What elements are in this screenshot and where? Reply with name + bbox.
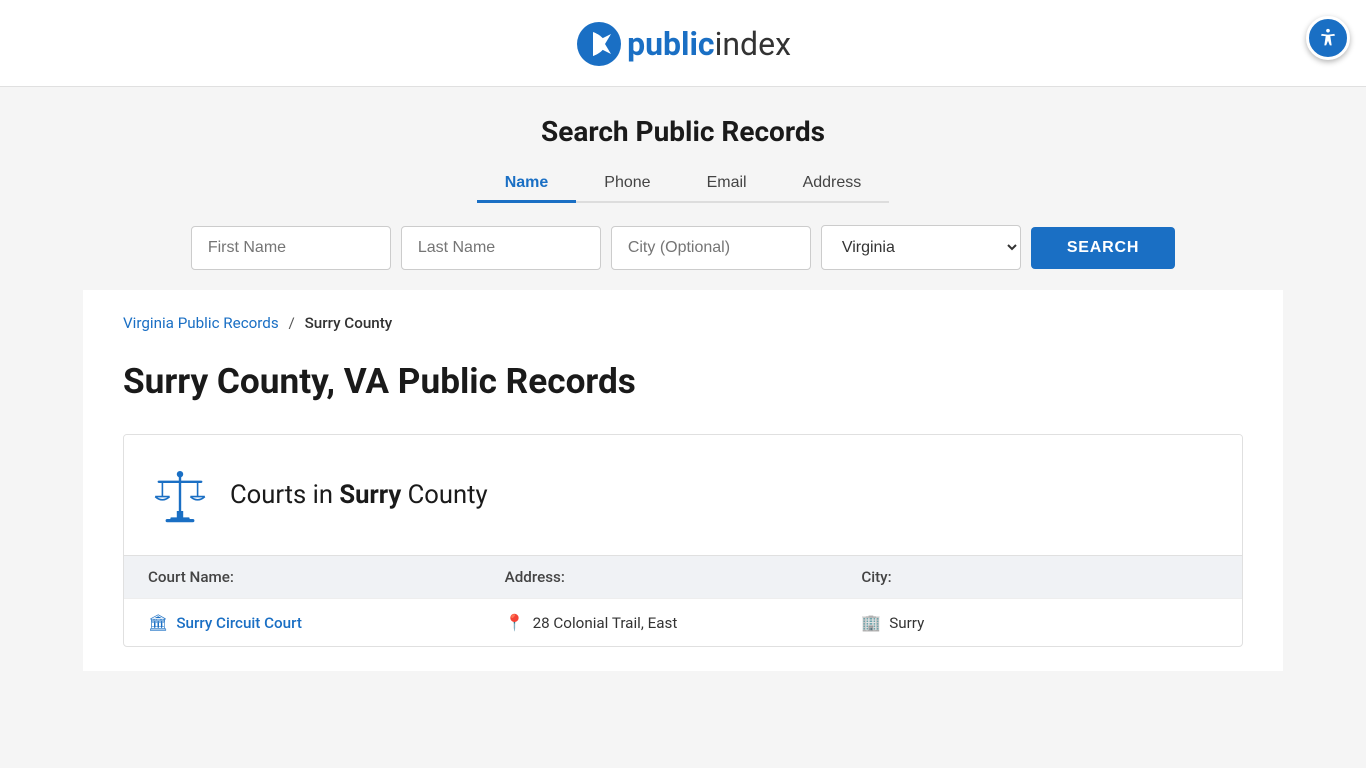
cell-address: 📍 28 Colonial Trail, East xyxy=(505,613,862,632)
scales-of-justice-icon xyxy=(148,463,212,527)
location-pin-icon: 📍 xyxy=(505,613,525,632)
last-name-input[interactable] xyxy=(401,226,601,270)
logo-text-index: index xyxy=(715,25,791,63)
accessibility-icon xyxy=(1317,27,1339,49)
header: publicindex xyxy=(0,0,1366,87)
search-tabs: Name Phone Email Address xyxy=(477,166,890,203)
logo-icon xyxy=(575,20,623,68)
tab-email[interactable]: Email xyxy=(679,166,775,203)
tab-address[interactable]: Address xyxy=(775,166,890,203)
col-header-court-name: Court Name: xyxy=(148,568,505,586)
col-header-address: Address: xyxy=(505,568,862,586)
courts-heading: Courts in Surry County xyxy=(230,480,488,510)
logo-area: publicindex xyxy=(0,20,1366,68)
page-title: Surry County, VA Public Records xyxy=(123,360,1243,402)
breadcrumb-current: Surry County xyxy=(305,314,393,332)
courts-heading-pre: Courts in xyxy=(230,480,339,510)
cell-court-name: 🏛 Surry Circuit Court xyxy=(148,613,505,632)
search-button[interactable]: SEARCH xyxy=(1031,227,1175,269)
logo-text-public: public xyxy=(627,25,715,63)
city-building-icon: 🏢 xyxy=(861,613,881,632)
col-header-city: City: xyxy=(861,568,1218,586)
cell-city: 🏢 Surry xyxy=(861,613,1218,632)
court-city-text: Surry xyxy=(889,614,924,632)
accessibility-button[interactable] xyxy=(1306,16,1350,60)
courts-section: Courts in Surry County Court Name: Addre… xyxy=(123,434,1243,647)
court-address-text: 28 Colonial Trail, East xyxy=(533,614,678,632)
breadcrumb: Virginia Public Records / Surry County xyxy=(123,314,1243,332)
search-title: Search Public Records xyxy=(20,115,1346,148)
tab-name[interactable]: Name xyxy=(477,166,577,203)
courts-heading-county: Surry xyxy=(339,480,401,510)
table-row: 🏛 Surry Circuit Court 📍 28 Colonial Trai… xyxy=(124,598,1242,646)
tab-phone[interactable]: Phone xyxy=(576,166,678,203)
search-section: Search Public Records Name Phone Email A… xyxy=(0,87,1366,290)
main-content: Virginia Public Records / Surry County S… xyxy=(83,290,1283,671)
courts-table-header: Court Name: Address: City: xyxy=(124,555,1242,598)
court-building-icon: 🏛 xyxy=(148,613,168,632)
courts-header: Courts in Surry County xyxy=(124,435,1242,555)
search-form: Virginia Alabama Alaska Arizona Arkansas… xyxy=(83,225,1283,270)
city-input[interactable] xyxy=(611,226,811,270)
courts-heading-post: County xyxy=(401,480,487,510)
court-name-link[interactable]: Surry Circuit Court xyxy=(176,614,302,632)
first-name-input[interactable] xyxy=(191,226,391,270)
breadcrumb-separator: / xyxy=(289,314,295,332)
breadcrumb-link[interactable]: Virginia Public Records xyxy=(123,314,279,332)
state-select[interactable]: Virginia Alabama Alaska Arizona Arkansas… xyxy=(821,225,1021,270)
